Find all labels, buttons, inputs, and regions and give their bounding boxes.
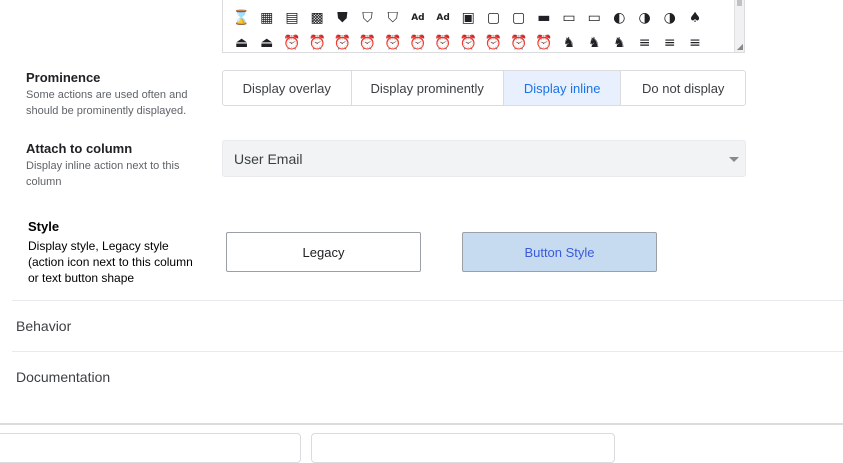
style-description: Display style, Legacy style (action icon… (28, 239, 193, 285)
picker-option-icon[interactable]: ⏰ (330, 33, 355, 52)
picker-option-icon[interactable]: ⛉ (355, 8, 380, 28)
attach-column-label: Attach to column Display inline action n… (26, 141, 196, 190)
picker-option-icon[interactable]: ⏰ (355, 33, 380, 52)
picker-option-icon[interactable]: ⏰ (279, 33, 304, 52)
picker-option-icon[interactable]: ⛊ (330, 8, 355, 28)
display-prominently-option[interactable]: Display prominently (352, 71, 504, 105)
attach-column-select[interactable]: User Email (222, 140, 746, 177)
picker-option-icon[interactable]: ◐ (607, 8, 632, 28)
card[interactable] (311, 433, 615, 463)
prominence-title: Prominence (26, 70, 101, 85)
divider (12, 300, 843, 301)
picker-option-icon[interactable]: ⏰ (481, 33, 506, 52)
picker-option-icon[interactable]: ▢ (506, 8, 531, 28)
picker-option-icon[interactable]: ▣ (456, 8, 481, 28)
picker-option-icon[interactable]: Ad (431, 8, 456, 28)
style-title: Style (28, 219, 60, 234)
picker-option-icon[interactable]: ⏰ (456, 33, 481, 52)
prominence-label: Prominence Some actions are used often a… (26, 70, 201, 119)
picker-option-icon[interactable]: ≡ (657, 33, 682, 52)
picker-option-icon[interactable]: ▬ (531, 8, 556, 28)
chevron-down-icon (729, 157, 739, 162)
picker-option-icon[interactable]: ⌛ (229, 8, 254, 28)
picker-option-icon[interactable]: ≡ (682, 33, 707, 52)
picker-option-icon[interactable]: ⏰ (380, 33, 405, 52)
picker-option-icon[interactable]: ◑ (657, 8, 682, 28)
attach-column-value: User Email (234, 150, 303, 167)
picker-option-icon[interactable]: ⏰ (431, 33, 456, 52)
display-overlay-option[interactable]: Display overlay (223, 71, 352, 105)
prominence-segmented-control: Display overlay Display prominently Disp… (222, 70, 746, 106)
picker-option-icon[interactable]: ⏏ (229, 33, 254, 52)
icon-row-2: ⏏ ⏏ ⏰ ⏰ ⏰ ⏰ ⏰ ⏰ ⏰ ⏰ ⏰ ⏰ ⏰ ♞ ♞ ♞ ≡ ≡ ≡ (229, 33, 708, 52)
picker-option-icon[interactable]: ⏰ (405, 33, 430, 52)
card[interactable] (0, 433, 301, 463)
picker-option-icon[interactable]: ⏏ (254, 33, 279, 52)
display-inline-option[interactable]: Display inline (503, 71, 622, 105)
documentation-section-header[interactable]: Documentation (16, 369, 110, 385)
attach-column-description: Display inline action next to this colum… (26, 160, 180, 188)
prominence-description: Some actions are used often and should b… (26, 89, 188, 117)
picker-option-icon[interactable]: ▦ (254, 8, 279, 28)
icon-row-1: ⌛ ▦ ▤ ▩ ⛊ ⛉ ⛉ Ad Ad ▣ ▢ ▢ ▬ ▭ ▭ ◐ ◑ ◑ ♠ (229, 8, 708, 28)
picker-option-icon[interactable]: ⏰ (305, 33, 330, 52)
picker-option-icon[interactable]: ▢ (481, 8, 506, 28)
picker-option-icon[interactable]: ⛉ (380, 8, 405, 28)
picker-option-icon[interactable]: ≡ (632, 33, 657, 52)
picker-option-icon[interactable]: ◑ (632, 8, 657, 28)
picker-option-icon[interactable]: ♞ (582, 33, 607, 52)
legacy-style-button[interactable]: Legacy (226, 232, 421, 272)
do-not-display-option[interactable]: Do not display (621, 71, 745, 105)
behavior-section-header[interactable]: Behavior (16, 318, 71, 334)
picker-option-icon[interactable]: ⏰ (506, 33, 531, 52)
picker-option-icon[interactable]: ▤ (279, 8, 304, 28)
picker-option-icon[interactable]: ▩ (305, 8, 330, 28)
divider (12, 351, 843, 352)
button-style-button[interactable]: Button Style (462, 232, 657, 272)
icon-picker[interactable]: ⌛ ▦ ▤ ▩ ⛊ ⛉ ⛉ Ad Ad ▣ ▢ ▢ ▬ ▭ ▭ ◐ ◑ ◑ ♠ ⏏ ⏏ ⏰ ⏰ ⏰ ⏰ ⏰ ⏰ ⏰ ⏰ ⏰ ⏰ ⏰ ♞ ♞ ♞ ≡ ≡… (222, 0, 745, 53)
style-label: Style Display style, Legacy style (actio… (28, 219, 203, 286)
picker-option-icon[interactable]: ♠ (682, 8, 707, 28)
picker-option-icon[interactable]: ▭ (556, 8, 581, 28)
resize-grip-icon[interactable]: ◢ (737, 43, 743, 51)
picker-option-icon[interactable]: ♞ (556, 33, 581, 52)
picker-option-icon[interactable]: ♞ (607, 33, 632, 52)
panel-bottom-edge (0, 423, 843, 425)
attach-column-title: Attach to column (26, 141, 133, 156)
picker-option-icon[interactable]: ⏰ (531, 33, 556, 52)
picker-option-icon[interactable]: ▭ (582, 8, 607, 28)
picker-option-icon[interactable]: Ad (405, 8, 430, 28)
scroll-thumb[interactable] (737, 0, 742, 6)
